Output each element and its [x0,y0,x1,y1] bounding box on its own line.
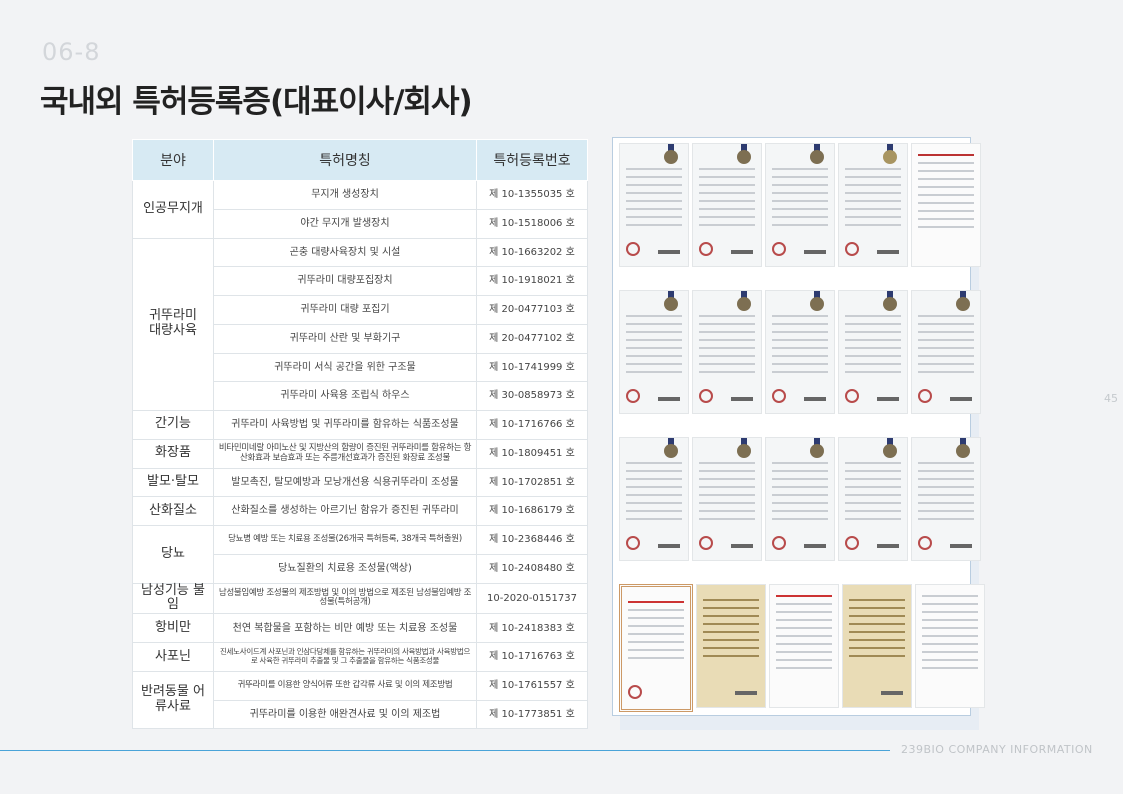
certificate-gallery [612,137,985,716]
header-patent-name: 특허명칭 [213,139,477,181]
patent-number-cell: 제 10-1809451 호 [476,438,588,469]
certificate-image [619,290,689,414]
certificate-image [838,143,908,267]
category-text: 반려동물 어류사료 [141,684,205,715]
table-row: 화장품 비타민미네랄 아미노산 및 지방산의 함량이 증진된 귀뚜라미를 함유하… [132,438,588,469]
category-cell: 사포닌 [132,642,214,672]
table-row: 인공무지개 무지개 생성장치 제 10-1355035 호 [132,180,588,239]
certificate-image [765,290,835,414]
patent-name-cell: 귀뚜라미를 이용한 양식어류 또한 갑각류 사료 및 이의 제조방법 [213,670,477,701]
patent-name-cell: 귀뚜라미 사육방법 및 귀뚜라미를 함유하는 식품조성물 [213,410,477,440]
patent-name-cell: 곤충 대량사육장치 및 시설 [213,237,477,268]
category-cell: 당뇨 [132,525,214,584]
table-row: 발모·탈모 발모촉진, 탈모예방과 모낭개선용 식용귀뚜라미 조성물 제 10-… [132,467,588,498]
table-row: 당뇨 당뇨병 예방 또는 치료용 조성물(26개국 특허등록, 38개국 특허출… [132,525,588,584]
header-category: 분야 [132,139,214,181]
patent-name-cell: 산화질소를 생성하는 아르기닌 함유가 증진된 귀뚜라미 [213,496,477,526]
section-number: 06-8 [42,38,101,66]
patent-number-cell: 제 10-1761557 호 [476,670,588,701]
patent-name-cell: 귀뚜라미 서식 공간을 위한 구조물 [213,352,477,383]
footer-divider [0,750,890,751]
patent-number-cell: 제 10-1716763 호 [476,642,588,672]
certificate-image [619,437,689,561]
patent-number-cell: 제 20-0477102 호 [476,323,588,354]
category-cell: 인공무지개 [132,180,214,239]
certificate-image [911,143,981,267]
page-number: 45 [1104,392,1118,405]
category-text: 귀뚜라미 대량사육 [149,308,197,339]
patent-table: 분야 특허명칭 특허등록번호 인공무지개 무지개 생성장치 제 10-13550… [132,139,588,730]
certificate-image [619,584,693,712]
patent-name-cell: 발모촉진, 탈모예방과 모낭개선용 식용귀뚜라미 조성물 [213,467,477,498]
category-cell: 산화질소 [132,496,214,526]
certificate-image [769,584,839,708]
patent-number-cell: 제 10-1663202 호 [476,237,588,268]
certificate-image [692,290,762,414]
patent-number-cell: 제 10-2408480 호 [476,553,588,584]
category-cell: 남성기능 불임 [132,582,214,615]
table-row: 산화질소 산화질소를 생성하는 아르기닌 함유가 증진된 귀뚜라미 제 10-1… [132,496,588,526]
certificate-row [619,143,981,267]
patent-number-cell: 제 10-1518006 호 [476,208,588,239]
table-row: 남성기능 불임 남성불임예방 조성물의 제조방법 및 이의 방법으로 제조된 남… [132,582,588,615]
patent-number-cell: 제 10-2418383 호 [476,613,588,644]
patent-name-cell: 비타민미네랄 아미노산 및 지방산의 함량이 증진된 귀뚜라미를 함유하는 항산… [213,438,477,469]
category-cell: 반려동물 어류사료 [132,670,214,730]
patent-name-cell: 남성불임예방 조성물의 제조방법 및 이의 방법으로 제조된 남성불임예방 조성… [213,582,477,615]
table-row: 귀뚜라미 대량사육 곤충 대량사육장치 및 시설 제 10-1663202 호 [132,237,588,411]
certificate-row [619,584,985,712]
patent-number-cell: 제 30-0858973 호 [476,381,588,411]
patent-number-cell: 제 10-1741999 호 [476,352,588,383]
certificate-image [911,437,981,561]
certificate-image [692,437,762,561]
patent-number-cell: 제 10-1918021 호 [476,266,588,296]
patent-name-cell: 귀뚜라미 산란 및 부화기구 [213,323,477,354]
certificate-image [692,143,762,267]
patent-name-cell: 귀뚜라미 대량포집장치 [213,266,477,296]
page-title: 국내외 특허등록증(대표이사/회사) [40,84,473,120]
patent-name-cell: 귀뚜라미 대량 포집기 [213,295,477,325]
category-cell: 발모·탈모 [132,467,214,498]
patent-name-cell: 무지개 생성장치 [213,180,477,210]
patent-name-cell: 천연 복합물을 포함하는 비만 예방 또는 치료용 조성물 [213,613,477,644]
patent-name-cell: 당뇨병 예방 또는 치료용 조성물(26개국 특허등록, 38개국 특허출원) [213,525,477,555]
patent-number-cell: 제 10-1686179 호 [476,496,588,526]
certificate-image [619,143,689,267]
table-row: 항비만 천연 복합물을 포함하는 비만 예방 또는 치료용 조성물 제 10-2… [132,613,588,644]
certificate-image [765,143,835,267]
header-patent-number: 특허등록번호 [476,139,588,181]
category-cell: 간기능 [132,410,214,440]
patent-name-cell: 귀뚜라미를 이용한 애완견사료 및 이의 제조법 [213,699,477,730]
category-cell: 화장품 [132,438,214,469]
patent-number-cell: 제 10-1355035 호 [476,180,588,210]
certificate-image [838,290,908,414]
certificate-image [696,584,766,708]
table-row: 반려동물 어류사료 귀뚜라미를 이용한 양식어류 또한 갑각류 사료 및 이의 … [132,670,588,730]
patent-number-cell: 제 10-2368446 호 [476,525,588,555]
patent-number-cell: 제 10-1716766 호 [476,410,588,440]
patent-name-cell: 귀뚜라미 사육용 조립식 하우스 [213,381,477,411]
certificate-image [915,584,985,708]
patent-name-cell: 당뇨질환의 치료용 조성물(액상) [213,553,477,584]
table-row: 사포닌 진세노사이드계 사포닌과 인삼다당체를 함유하는 귀뚜라미의 사육방법과… [132,642,588,672]
footer-company: 239BIO COMPANY INFORMATION [901,743,1093,756]
table-header-row: 분야 특허명칭 특허등록번호 [132,139,588,181]
patent-number-cell: 제 10-1702851 호 [476,467,588,498]
patent-name-cell: 야간 무지개 발생장치 [213,208,477,239]
certificate-row [619,290,981,414]
certificate-image [842,584,912,708]
patent-number-cell: 제 10-1773851 호 [476,699,588,730]
category-cell: 항비만 [132,613,214,644]
certificate-image [838,437,908,561]
patent-number-cell: 제 20-0477103 호 [476,295,588,325]
patent-number-cell: 10-2020-0151737 [476,582,588,615]
certificate-image [911,290,981,414]
certificate-image [765,437,835,561]
table-row: 간기능 귀뚜라미 사육방법 및 귀뚜라미를 함유하는 식품조성물 제 10-17… [132,410,588,440]
certificate-row [619,437,981,561]
patent-name-cell: 진세노사이드계 사포닌과 인삼다당체를 함유하는 귀뚜라미의 사육방법과 사육방… [213,642,477,672]
category-cell: 귀뚜라미 대량사육 [132,237,214,411]
